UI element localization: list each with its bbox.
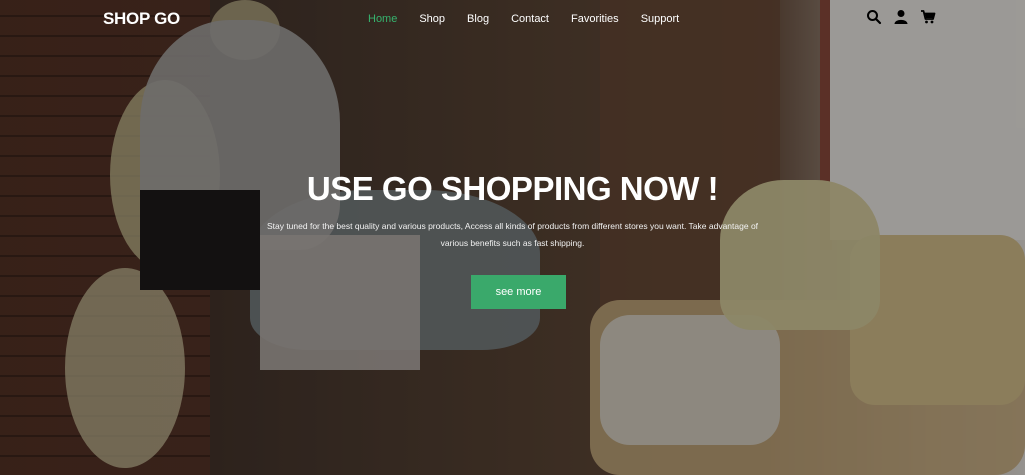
see-more-button[interactable]: see more — [471, 275, 566, 309]
nav-icons — [866, 9, 936, 25]
hero-content: USE GO SHOPPING NOW ! Stay tuned for the… — [0, 170, 1025, 252]
main-menu: Home Shop Blog Contact Favorities Suppor… — [368, 13, 701, 25]
nav-item-favorities[interactable]: Favorities — [571, 13, 619, 25]
nav-item-contact[interactable]: Contact — [511, 13, 549, 25]
top-navbar: SHOP GO Home Shop Blog Contact Favoritie… — [0, 0, 1025, 38]
nav-item-blog[interactable]: Blog — [467, 13, 489, 25]
nav-item-shop[interactable]: Shop — [419, 13, 445, 25]
user-icon[interactable] — [893, 9, 909, 25]
nav-item-support[interactable]: Support — [641, 13, 680, 25]
site-logo[interactable]: SHOP GO — [103, 9, 180, 29]
hero-subtitle: Stay tuned for the best quality and vari… — [266, 221, 759, 248]
hero-headline: USE GO SHOPPING NOW ! — [306, 170, 719, 207]
cart-icon[interactable] — [920, 9, 936, 25]
nav-item-home[interactable]: Home — [368, 13, 397, 25]
search-icon[interactable] — [866, 9, 882, 25]
